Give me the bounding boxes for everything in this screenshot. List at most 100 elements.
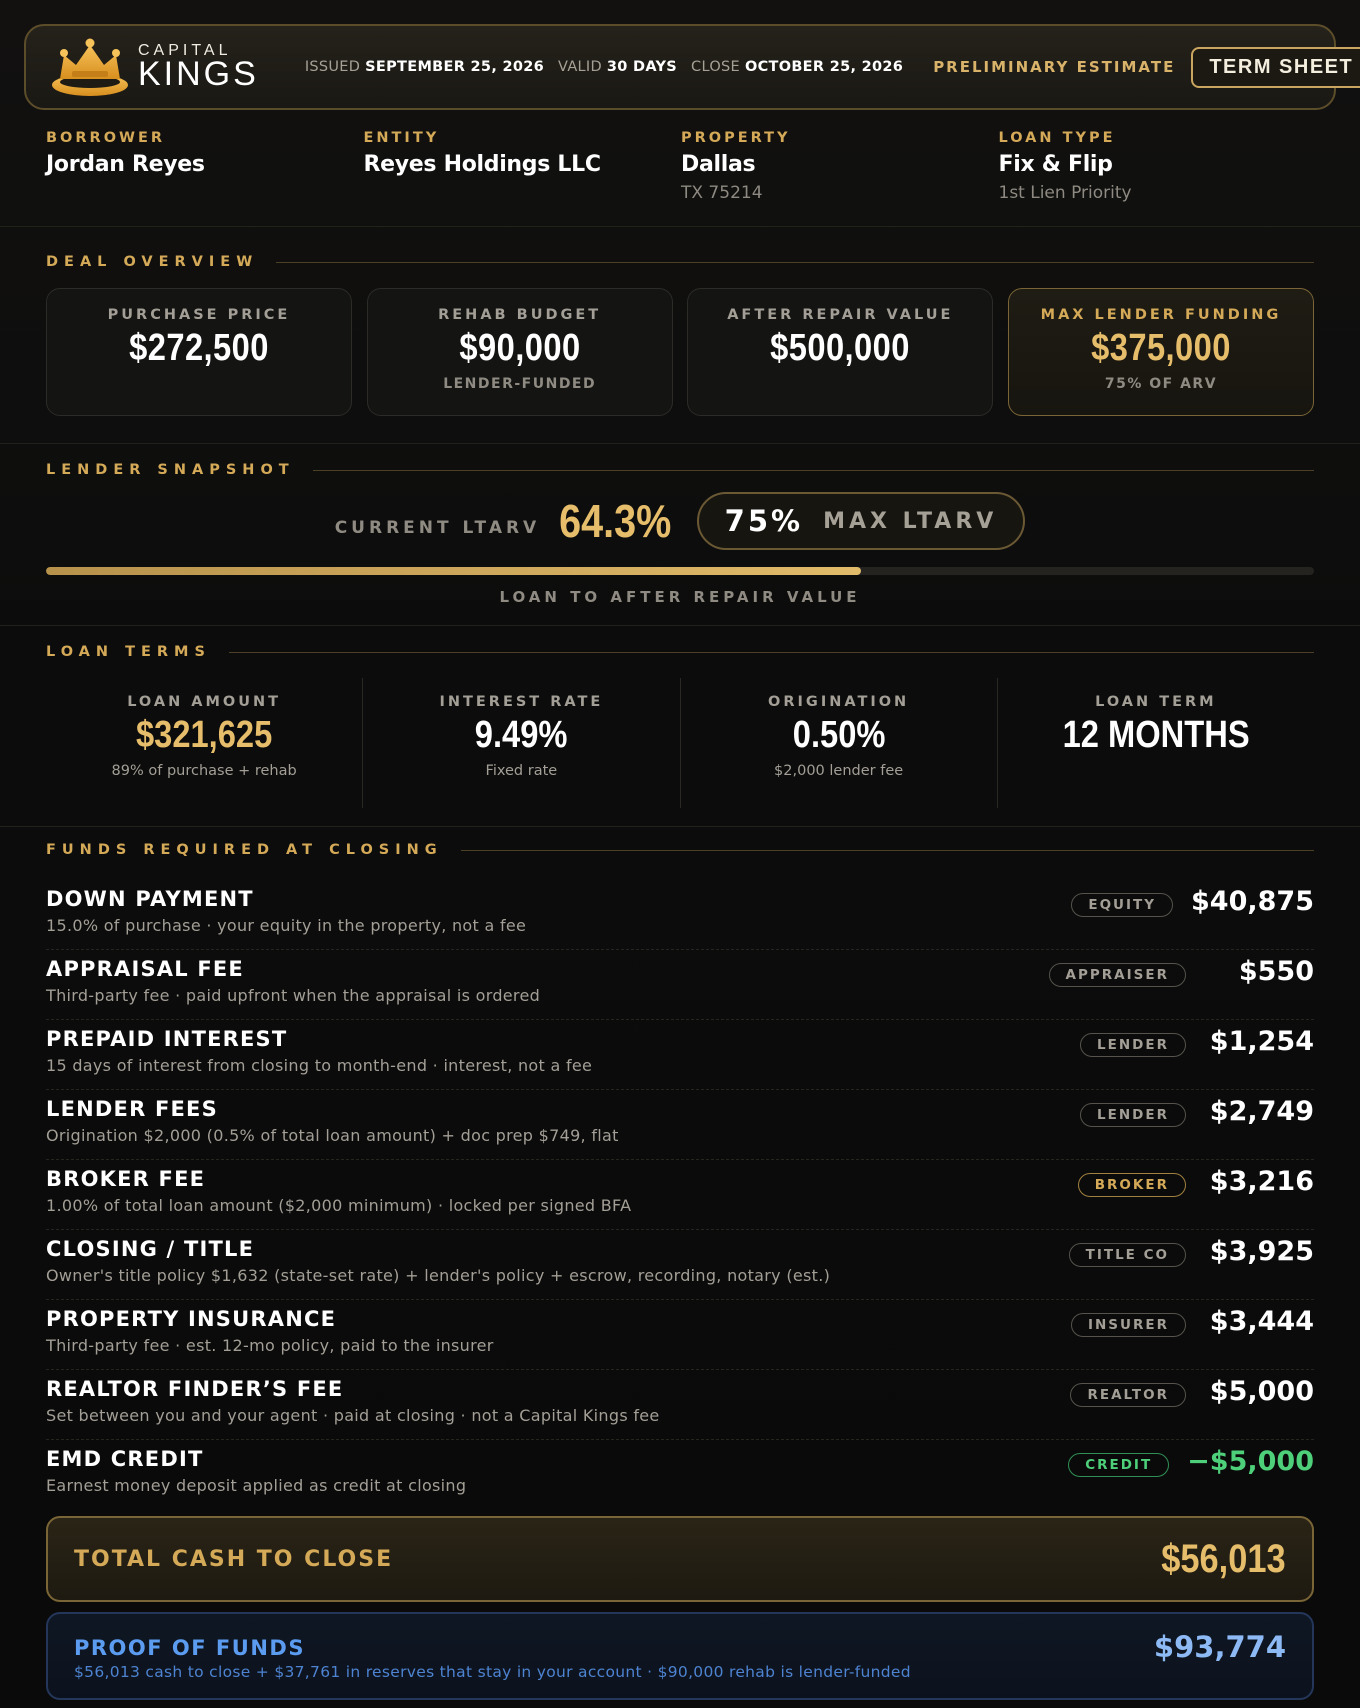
info-label: PROPERTY bbox=[681, 130, 791, 146]
card-rehab-budget: REHAB BUDGET $90,000 LENDER-FUNDED bbox=[366, 288, 673, 416]
term-sheet-page: CAPITAL KINGS ISSUED SEPTEMBER 25, 2026 … bbox=[0, 0, 1360, 1708]
brand-logo: CAPITAL KINGS bbox=[50, 35, 259, 99]
max-ltarv-label: MAX LTARV bbox=[823, 508, 998, 534]
card-max-lender-funding: MAX LENDER FUNDING $375,000 75% OF ARV bbox=[1007, 288, 1314, 416]
loan-terms-row: LOAN AMOUNT $321,625 89% of purchase + r… bbox=[46, 678, 1314, 808]
term-value: $321,625 bbox=[135, 714, 273, 756]
info-value: Dallas bbox=[681, 152, 756, 177]
fund-amount: $3,444 bbox=[1209, 1306, 1314, 1337]
fund-desc: Origination $2,000 (0.5% of total loan a… bbox=[46, 1126, 619, 1145]
valid-label: VALID bbox=[558, 59, 602, 75]
info-property: PROPERTY Dallas TX 75214 bbox=[681, 130, 999, 203]
fund-amount: $3,216 bbox=[1209, 1166, 1314, 1197]
term-sub: 89% of purchase + rehab bbox=[111, 763, 297, 779]
issue-meta: ISSUED SEPTEMBER 25, 2026 VALID 30 DAYS … bbox=[305, 59, 917, 75]
payee-badge: REALTOR bbox=[1070, 1382, 1186, 1407]
term-origination: ORIGINATION 0.50% $2,000 lender fee bbox=[681, 678, 998, 808]
status-badge: PRELIMINARY ESTIMATE bbox=[933, 58, 1176, 76]
fund-desc: Owner's title policy $1,632 (state-set r… bbox=[46, 1266, 831, 1285]
fund-row-property-insurance: PROPERTY INSURANCE Third-party fee · est.… bbox=[46, 1300, 1314, 1370]
fund-row-realtor-finders-fee: REALTOR FINDER’S FEE Set between you and … bbox=[46, 1370, 1314, 1440]
fund-desc: Third-party fee · paid upfront when the … bbox=[46, 986, 541, 1005]
term-label: LOAN AMOUNT bbox=[127, 694, 282, 710]
issued-date: SEPTEMBER 25, 2026 bbox=[365, 59, 545, 75]
card-label: AFTER REPAIR VALUE bbox=[727, 307, 954, 323]
divider bbox=[0, 826, 1360, 827]
header-bar: CAPITAL KINGS ISSUED SEPTEMBER 25, 2026 … bbox=[24, 24, 1360, 110]
section-title: LOAN TERMS bbox=[46, 644, 211, 660]
card-value: $500,000 bbox=[770, 327, 911, 369]
fund-row-lender-fees: LENDER FEES Origination $2,000 (0.5% of t… bbox=[46, 1090, 1314, 1160]
max-ltarv-value: 75% bbox=[724, 504, 804, 538]
borrower-info-row: BORROWER Jordan Reyes ENTITY Reyes Holdi… bbox=[46, 130, 1316, 203]
fund-row-emd-credit: EMD CREDIT Earnest money deposit applied … bbox=[46, 1440, 1314, 1510]
fund-title: DOWN PAYMENT bbox=[46, 887, 254, 911]
fund-row-broker-fee: BROKER FEE 1.00% of total loan amount ($2… bbox=[46, 1160, 1314, 1230]
fund-desc: Third-party fee · est. 12-mo policy, pai… bbox=[46, 1336, 494, 1355]
ltarv-readout: CURRENT LTARV 64.3% 75% MAX LTARV bbox=[0, 492, 1360, 550]
card-purchase-price: PURCHASE PRICE $272,500 bbox=[46, 288, 352, 416]
card-sub: 75% OF ARV bbox=[1104, 376, 1218, 392]
deal-cards: PURCHASE PRICE $272,500 REHAB BUDGET $90… bbox=[46, 288, 1314, 416]
section-rule bbox=[312, 469, 1314, 471]
info-value: Reyes Holdings LLC bbox=[363, 152, 601, 177]
fund-row-appraisal-fee: APPRAISAL FEE Third-party fee · paid upfr… bbox=[46, 950, 1314, 1020]
section-title: LENDER SNAPSHOT bbox=[46, 462, 295, 478]
section-title: DEAL OVERVIEW bbox=[46, 254, 259, 270]
fund-amount: $1,254 bbox=[1209, 1026, 1314, 1057]
fund-title: LENDER FEES bbox=[46, 1097, 218, 1121]
term-label: INTEREST RATE bbox=[439, 694, 604, 710]
fund-desc: Set between you and your agent · paid at… bbox=[46, 1406, 660, 1425]
fund-title: APPRAISAL FEE bbox=[46, 957, 244, 981]
divider bbox=[0, 625, 1360, 626]
payee-badge: LENDER bbox=[1080, 1032, 1186, 1057]
proof-value: $93,774 bbox=[1153, 1630, 1286, 1664]
fund-desc: 1.00% of total loan amount ($2,000 minim… bbox=[46, 1196, 632, 1215]
payee-badge: APPRAISER bbox=[1048, 962, 1186, 987]
term-label: ORIGINATION bbox=[768, 694, 910, 710]
total-cash-to-close: TOTAL CASH TO CLOSE $56,013 bbox=[46, 1516, 1314, 1602]
proof-of-funds: PROOF OF FUNDS $56,013 cash to close + $… bbox=[46, 1612, 1314, 1700]
section-rule bbox=[276, 261, 1314, 263]
payee-badge: EQUITY bbox=[1071, 892, 1174, 917]
valid-duration: 30 DAYS bbox=[606, 59, 678, 75]
issued-label: ISSUED bbox=[304, 59, 361, 75]
term-value: 12 MONTHS bbox=[1062, 714, 1250, 756]
card-value: $90,000 bbox=[459, 327, 581, 369]
card-sub: LENDER-FUNDED bbox=[443, 376, 597, 392]
fund-row-down-payment: DOWN PAYMENT 15.0% of purchase · your equ… bbox=[46, 880, 1314, 950]
term-value: 9.49% bbox=[475, 714, 568, 756]
term-sheet-button[interactable]: TERM SHEET bbox=[1191, 46, 1360, 88]
fund-amount: $550 bbox=[1238, 956, 1314, 987]
card-label: PURCHASE PRICE bbox=[107, 307, 291, 323]
info-label: ENTITY bbox=[363, 130, 440, 146]
fund-title: BROKER FEE bbox=[46, 1167, 206, 1191]
fund-title: PREPAID INTEREST bbox=[46, 1027, 288, 1051]
info-label: LOAN TYPE bbox=[998, 130, 1116, 146]
fund-row-closing-title: CLOSING / TITLE Owner's title policy $1,6… bbox=[46, 1230, 1314, 1300]
info-entity: ENTITY Reyes Holdings LLC bbox=[364, 130, 682, 203]
fund-amount: −$5,000 bbox=[1187, 1446, 1314, 1477]
card-value: $272,500 bbox=[129, 327, 269, 369]
loan-terms-header: LOAN TERMS bbox=[46, 644, 1314, 660]
fund-row-prepaid-interest: PREPAID INTEREST 15 days of interest from… bbox=[46, 1020, 1314, 1090]
info-label: BORROWER bbox=[46, 130, 166, 146]
info-loan-type: LOAN TYPE Fix & Flip 1st Lien Priority bbox=[999, 130, 1317, 203]
term-label: LOAN TERM bbox=[1095, 694, 1217, 710]
fund-amount: $2,749 bbox=[1209, 1096, 1314, 1127]
info-sub: TX 75214 bbox=[681, 183, 763, 203]
proof-label: PROOF OF FUNDS bbox=[74, 1636, 305, 1660]
brand-line-2: KINGS bbox=[138, 55, 259, 93]
progress-caption: LOAN TO AFTER REPAIR VALUE bbox=[499, 588, 861, 606]
info-sub: 1st Lien Priority bbox=[998, 183, 1132, 203]
card-label: MAX LENDER FUNDING bbox=[1040, 307, 1282, 323]
term-loan-amount: LOAN AMOUNT $321,625 89% of purchase + r… bbox=[46, 678, 364, 808]
info-value: Fix & Flip bbox=[998, 152, 1113, 177]
current-ltarv-label: CURRENT LTARV bbox=[334, 518, 541, 538]
card-label: REHAB BUDGET bbox=[438, 307, 602, 323]
divider bbox=[0, 443, 1360, 444]
fund-title: CLOSING / TITLE bbox=[46, 1237, 255, 1261]
fund-title: PROPERTY INSURANCE bbox=[46, 1307, 337, 1331]
ltarv-progress-fill bbox=[46, 567, 862, 575]
info-borrower: BORROWER Jordan Reyes bbox=[46, 130, 364, 203]
